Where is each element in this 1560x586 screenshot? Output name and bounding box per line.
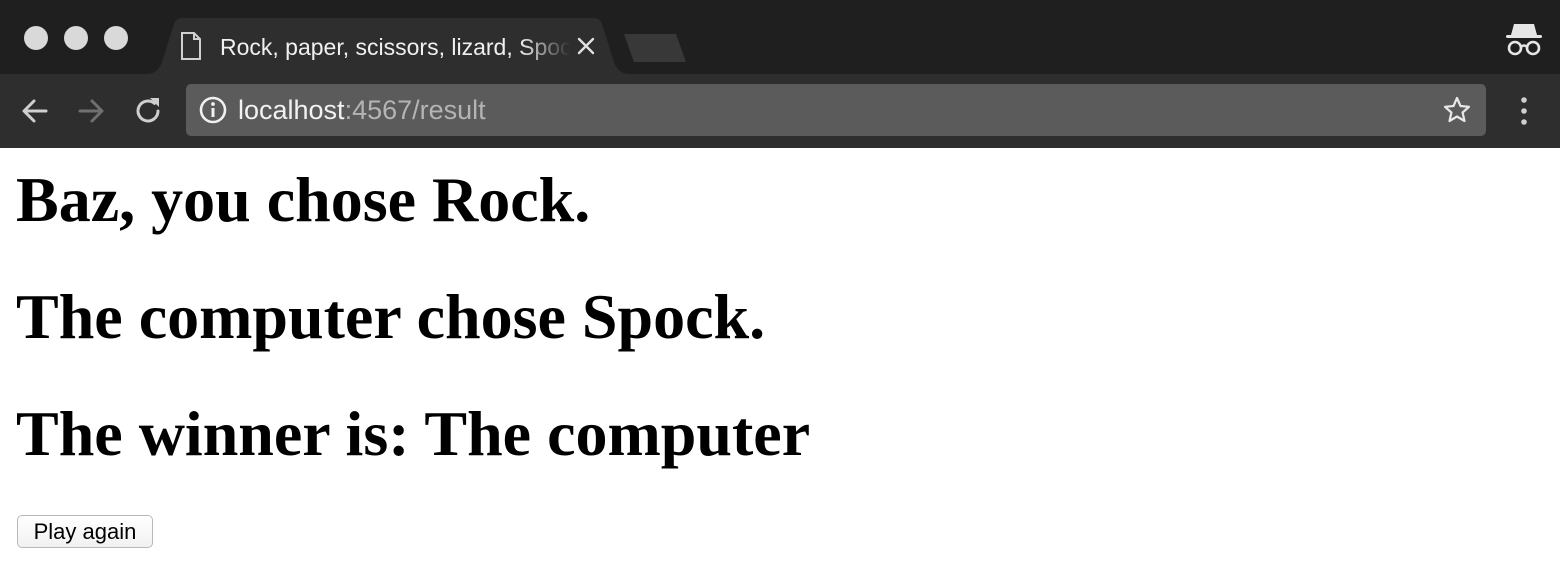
url-host: localhost [238,95,345,125]
play-again-button[interactable]: Play again [17,515,153,548]
window-minimize-button[interactable] [64,26,88,50]
new-tab-icon[interactable] [622,34,688,64]
winner-heading: The winner is: The computer [16,398,811,469]
computer-choice-heading: The computer chose Spock. [16,281,766,352]
address-bar[interactable]: localhost:4567/result [186,84,1486,136]
page-content: Baz, you chose Rock. The computer chose … [0,148,1560,586]
player-choice-heading: Baz, you chose Rock. [16,164,591,235]
back-arrow-icon[interactable] [18,94,52,128]
reload-icon[interactable] [131,94,165,128]
info-icon[interactable] [198,95,228,125]
tab-strip: Rock, paper, scissors, lizard, Spock [0,0,1560,74]
active-tab[interactable]: Rock, paper, scissors, lizard, Spock [146,18,630,74]
incognito-icon [1506,24,1542,56]
url-path: :4567/result [344,95,486,125]
page-icon [181,32,201,60]
url-text[interactable]: localhost:4567/result [238,94,486,126]
window-close-button[interactable] [24,26,48,50]
tab-title: Rock, paper, scissors, lizard, Spock [220,34,570,60]
star-icon[interactable] [1442,95,1472,125]
close-icon[interactable] [574,34,598,58]
browser-toolbar: localhost:4567/result [0,74,1560,148]
kebab-menu-icon[interactable] [1514,94,1534,128]
forward-arrow-icon[interactable] [74,94,108,128]
window-maximize-button[interactable] [104,26,128,50]
